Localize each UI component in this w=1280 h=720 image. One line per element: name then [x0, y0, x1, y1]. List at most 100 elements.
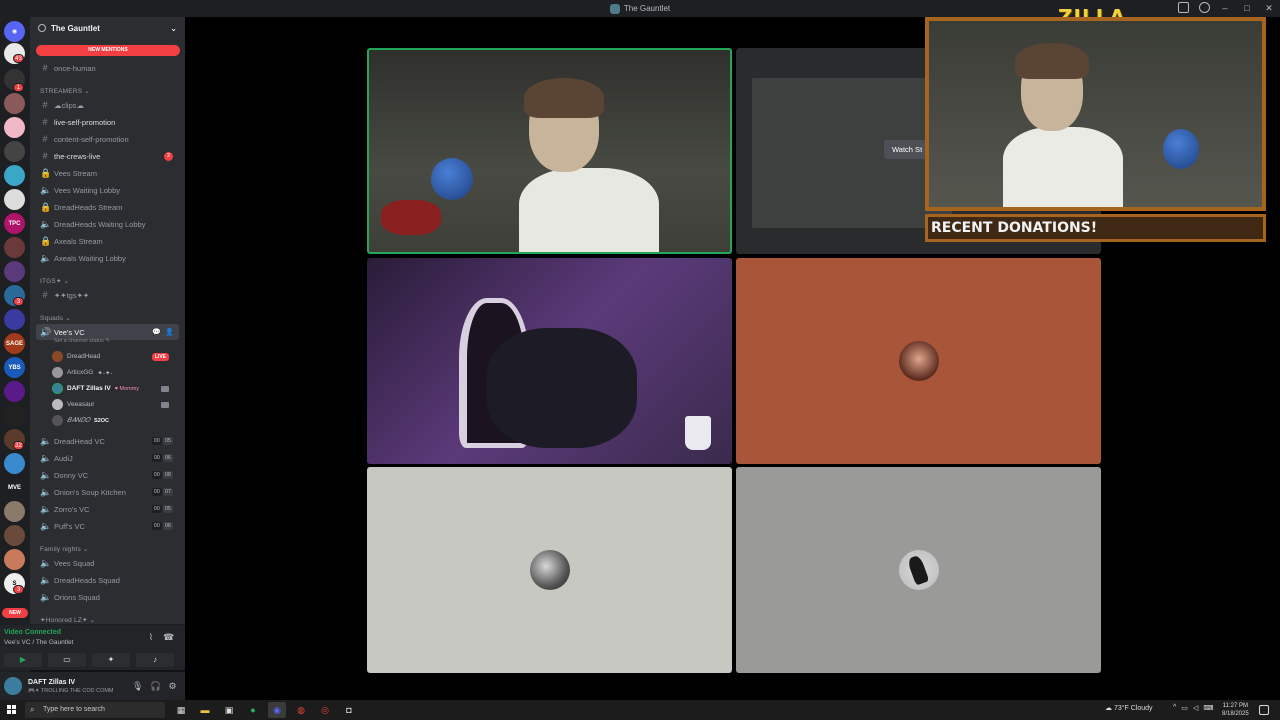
voice-member[interactable]: Veeasaur	[52, 397, 177, 412]
voice-channel-audij[interactable]: 🔈 AudiJ 00 06	[36, 450, 179, 466]
invite-icon[interactable]: 👤	[165, 328, 174, 336]
watch-stream-button[interactable]: Watch St	[884, 140, 931, 159]
voice-channel-vees-squad[interactable]: 🔈 Vees Squad	[36, 555, 179, 571]
server-icon[interactable]	[4, 261, 25, 282]
channel-the-crews-live[interactable]: # the-crews-live 2	[36, 148, 179, 164]
discord-home-icon[interactable]: ◉	[4, 21, 25, 42]
server-icon[interactable]	[4, 93, 25, 114]
channel-once-human[interactable]: # once-human	[36, 60, 179, 76]
voice-channel-puffs-vc[interactable]: 🔈 Puff's VC 00 06	[36, 518, 179, 534]
server-icon[interactable]: MVE	[4, 477, 25, 498]
voice-channel-axeals-lobby[interactable]: 🔈 Axeals Waiting Lobby	[36, 250, 179, 266]
channel-itgs[interactable]: # ✦✦tgs✦✦	[36, 287, 179, 303]
language-icon[interactable]: ⌨	[1203, 704, 1213, 712]
server-icon[interactable]	[4, 405, 25, 426]
discord-taskbar-icon[interactable]: ◉	[268, 702, 286, 718]
server-icon[interactable]	[4, 141, 25, 162]
user-name[interactable]: DAFT Zillas IV	[28, 679, 75, 686]
file-explorer-icon[interactable]: ▬	[196, 702, 214, 718]
close-button[interactable]: ✕	[1258, 0, 1280, 17]
server-icon[interactable]	[4, 189, 25, 210]
category-streamers[interactable]: STREAMERS ⌄	[40, 87, 90, 95]
voice-channel-vees-lobby[interactable]: 🔈 Vees Waiting Lobby	[36, 182, 179, 198]
taskbar-search-input[interactable]: ⌕ Type here to search	[25, 702, 165, 718]
activity-button[interactable]: ✦	[92, 653, 130, 667]
task-view-icon[interactable]: ▦	[172, 702, 190, 718]
weather-widget[interactable]: ☁ 73°F Cloudy	[1105, 704, 1153, 712]
avatar[interactable]	[4, 677, 22, 695]
voice-member[interactable]: ArticxGG ✦-✦-	[52, 365, 177, 380]
voice-location[interactable]: Vee's VC / The Gauntlet	[4, 639, 73, 646]
store-icon[interactable]: ▣	[220, 702, 238, 718]
noise-suppression-icon[interactable]: ⌇	[146, 632, 156, 642]
server-icon[interactable]	[4, 309, 25, 330]
network-icon[interactable]: ▭	[1181, 704, 1188, 712]
gear-icon[interactable]: ⚙	[168, 680, 177, 692]
minimize-button[interactable]: –	[1214, 0, 1236, 17]
server-icon[interactable]	[4, 525, 25, 546]
category-itgs[interactable]: ITGS✦ ⌄	[40, 277, 69, 285]
video-tile-avatar[interactable]	[736, 258, 1101, 464]
server-header[interactable]: The Gauntlet ⌄	[30, 17, 185, 39]
voice-channel-axeals-stream[interactable]: 🔒 Axeals Stream	[36, 233, 179, 249]
category-family-nights[interactable]: Family nights ⌄	[40, 545, 89, 553]
voice-channel-orions-squad[interactable]: 🔈 Orions Squad	[36, 589, 179, 605]
category-honored[interactable]: ✦Honored LZ✦ ⌄	[40, 616, 95, 624]
voice-channel-zorros-vc[interactable]: 🔈 Zorro's VC 00 05	[36, 501, 179, 517]
volume-icon[interactable]: ◁	[1193, 704, 1198, 712]
soundboard-button[interactable]: ♪	[136, 653, 174, 667]
chrome-icon[interactable]: ◍	[292, 702, 310, 718]
voice-member[interactable]: DAFT Zillas IV ♥ Mommy	[52, 381, 177, 396]
server-icon[interactable]: SAGE	[4, 333, 25, 354]
channel-content-self-promotion[interactable]: # content-self-promotion	[36, 131, 179, 147]
new-pill[interactable]: NEW	[2, 608, 28, 618]
server-icon[interactable]	[4, 453, 25, 474]
new-mentions-banner[interactable]: NEW MENTIONS	[36, 45, 180, 56]
browser-icon[interactable]: ◎	[316, 702, 334, 718]
server-icon[interactable]	[4, 501, 25, 522]
maximize-button[interactable]: □	[1236, 0, 1258, 17]
help-icon[interactable]	[1199, 2, 1210, 13]
server-icon[interactable]	[4, 381, 25, 402]
avatar	[52, 399, 63, 410]
video-tile-avatar[interactable]	[367, 467, 732, 673]
voice-channel-dreadheads-stream[interactable]: 🔒 DreadHeads Stream	[36, 199, 179, 215]
video-tile-avatar[interactable]	[736, 467, 1101, 673]
speaker-icon: 🔈	[40, 557, 52, 568]
server-icon[interactable]: TPC	[4, 213, 25, 234]
chevron-up-icon[interactable]: ^	[1173, 704, 1176, 712]
server-icon[interactable]	[4, 549, 25, 570]
camera-button[interactable]: ▶	[4, 653, 42, 667]
server-icon[interactable]	[4, 117, 25, 138]
voice-member[interactable]: 𝐵𝐴𝑁𝐷𝑂 S2OC	[52, 413, 177, 428]
notification-icon[interactable]	[1259, 705, 1269, 715]
channel-clips[interactable]: # ☁clips☁	[36, 97, 179, 113]
voice-channel-dreadheads-squad[interactable]: 🔈 DreadHeads Squad	[36, 572, 179, 588]
microphone-icon[interactable]: 🎙	[132, 680, 143, 692]
spotify-icon[interactable]: ●	[244, 702, 262, 718]
server-icon[interactable]	[4, 165, 25, 186]
disconnect-icon[interactable]: ☎	[163, 632, 174, 642]
server-icon[interactable]	[4, 237, 25, 258]
headphones-icon[interactable]: 🎧	[150, 680, 161, 692]
video-tile-speaking[interactable]	[367, 48, 732, 254]
chat-icon[interactable]: 💬	[152, 328, 161, 336]
video-tile[interactable]	[367, 258, 732, 464]
voice-channel-onions-soup-kitchen[interactable]: 🔈 Onion's Soup Kitchen 00 07	[36, 484, 179, 500]
voice-status[interactable]: Video Connected	[4, 629, 61, 636]
voice-channel-vees-stream[interactable]: 🔒 Vees Stream	[36, 165, 179, 181]
channel-live-self-promotion[interactable]: # live-self-promotion	[36, 114, 179, 130]
voice-member[interactable]: DreadHead LIVE	[52, 349, 177, 364]
voice-channel-dreadheads-lobby[interactable]: 🔈 DreadHeads Waiting Lobby	[36, 216, 179, 232]
channel-status-hint[interactable]: Set a channel status ✎	[54, 338, 110, 344]
chevron-down-icon[interactable]: ⌄	[170, 24, 177, 33]
category-squads[interactable]: Squads ⌄	[40, 314, 71, 322]
obs-icon[interactable]: ◘	[340, 702, 358, 718]
system-clock[interactable]: 11:27 PM 8/18/2025	[1222, 702, 1249, 718]
voice-channel-dreadhead-vc[interactable]: 🔈 DreadHead VC 00 05	[36, 433, 179, 449]
screen-share-button[interactable]: ▭	[48, 653, 86, 667]
windows-start-icon[interactable]	[7, 705, 17, 715]
voice-channel-donny-vc[interactable]: 🔈 Donny VC 00 08	[36, 467, 179, 483]
server-icon[interactable]: YBS	[4, 357, 25, 378]
inbox-icon[interactable]	[1178, 2, 1189, 13]
